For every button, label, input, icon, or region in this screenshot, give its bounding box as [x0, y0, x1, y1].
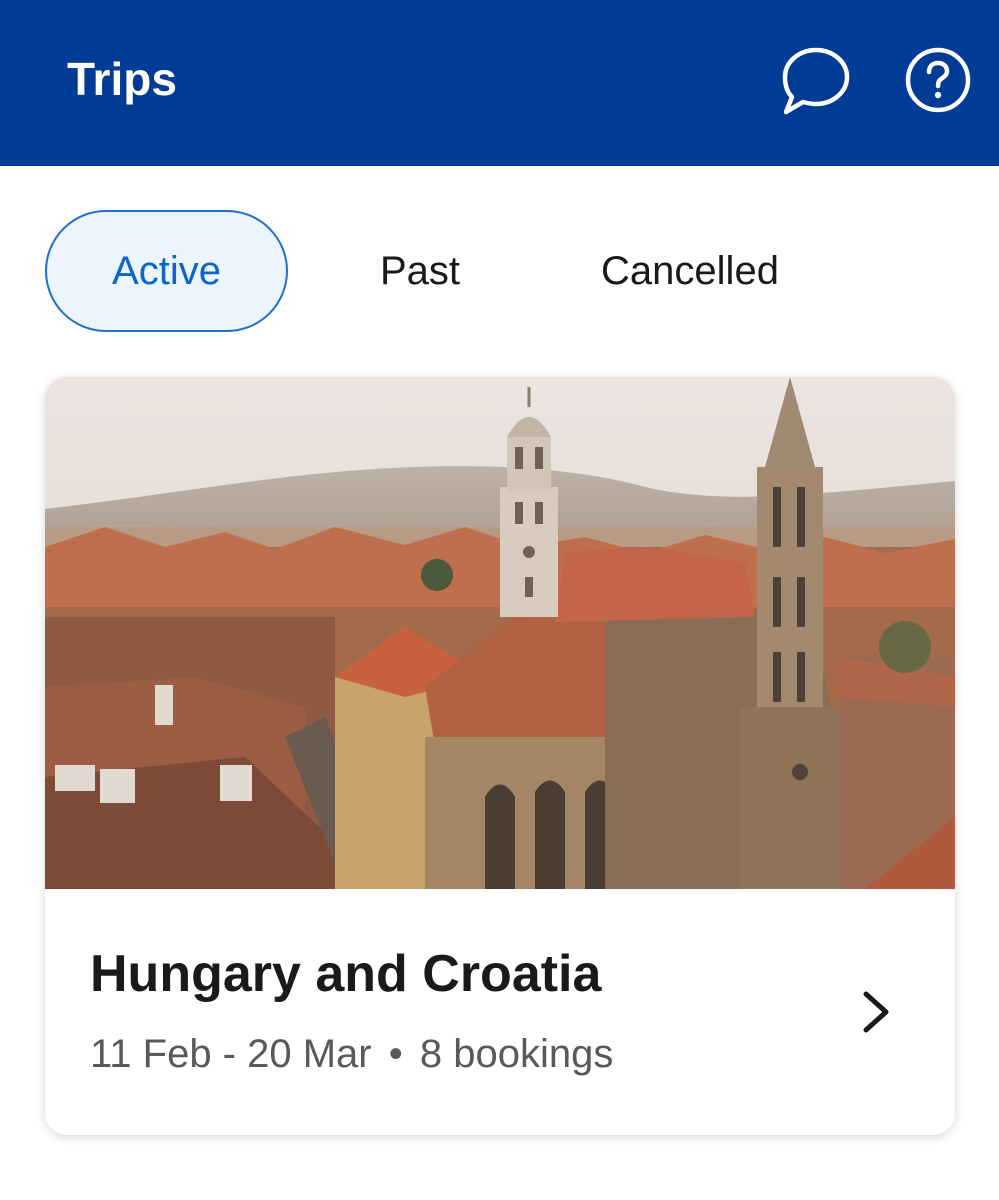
help-icon: [905, 47, 971, 113]
trip-image: [45, 377, 955, 889]
trip-title: Hungary and Croatia: [90, 945, 602, 1003]
page-title: Trips: [67, 53, 177, 105]
chevron-right-icon[interactable]: [850, 984, 900, 1040]
app-header: Trips: [0, 0, 999, 166]
chat-bubble-icon: [782, 47, 850, 115]
tab-past[interactable]: Past: [340, 210, 500, 332]
trip-status-tabs: Active Past Cancelled: [0, 210, 999, 332]
trip-dates: 11 Feb - 20 Mar: [90, 1032, 372, 1076]
trip-bookings-count: 8 bookings: [419, 1032, 614, 1076]
help-button[interactable]: [902, 44, 974, 116]
trip-details: 11 Feb - 20 Mar • 8 bookings: [90, 1028, 613, 1080]
trip-card[interactable]: Hungary and Croatia 11 Feb - 20 Mar • 8 …: [45, 377, 955, 1135]
separator-dot: •: [388, 1032, 403, 1076]
tab-cancelled[interactable]: Cancelled: [560, 210, 820, 332]
chat-button[interactable]: [780, 44, 852, 116]
tab-active[interactable]: Active: [45, 210, 288, 332]
